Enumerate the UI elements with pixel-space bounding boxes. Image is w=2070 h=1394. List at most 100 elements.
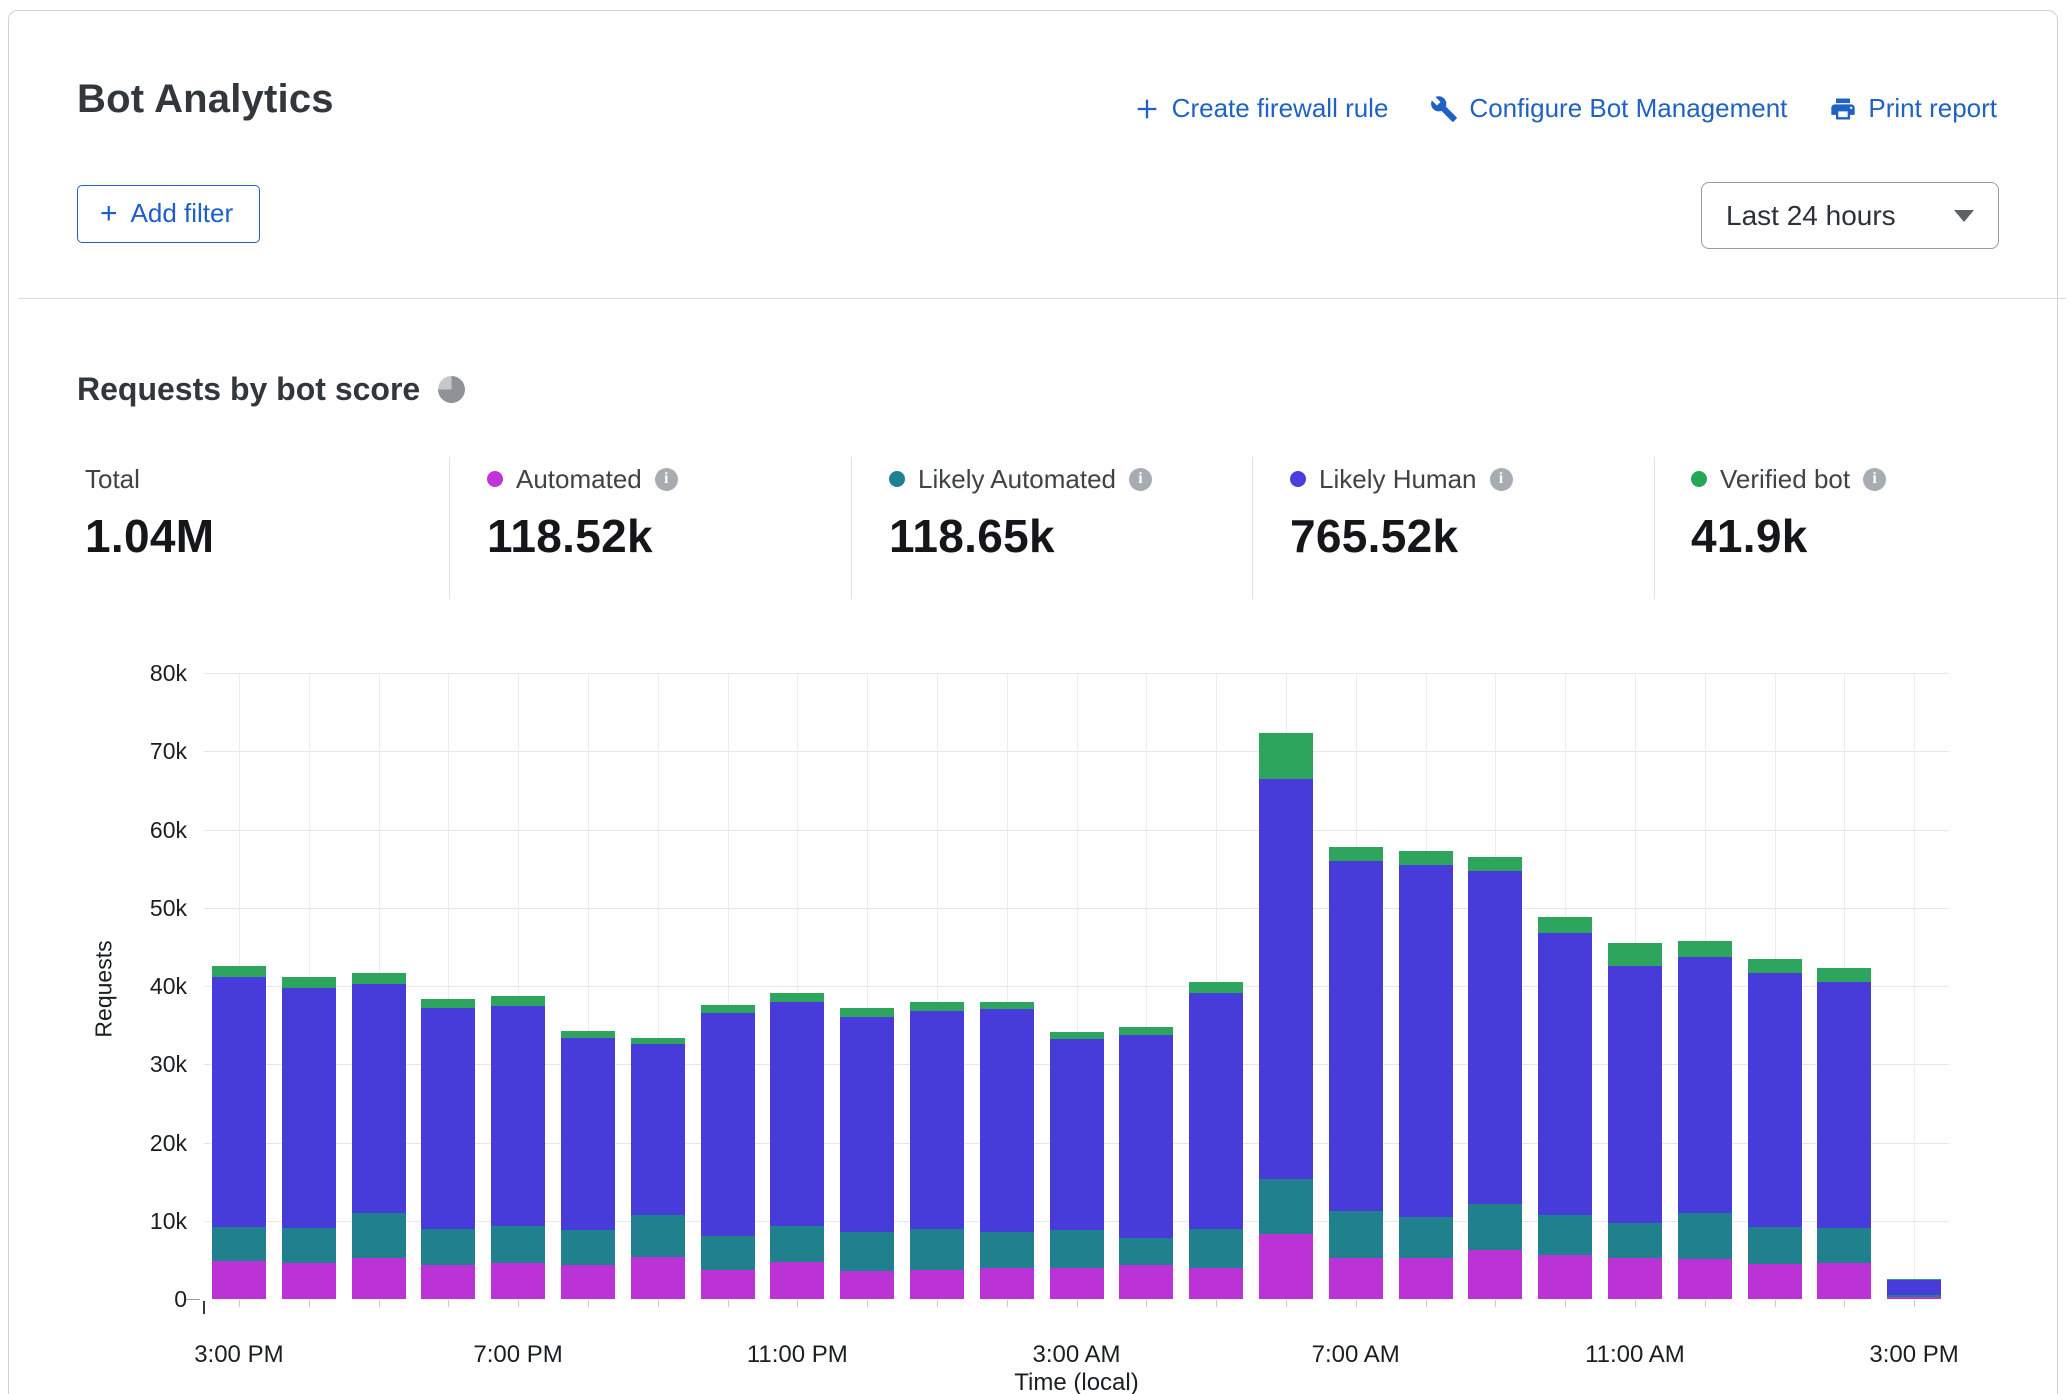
bar-segment-automated[interactable] xyxy=(631,1257,685,1299)
bar-segment-likely-human[interactable] xyxy=(631,1044,685,1215)
bar-segment-verified-bot[interactable] xyxy=(561,1031,615,1038)
bar-segment-likely-human[interactable] xyxy=(491,1006,545,1227)
bar-segment-verified-bot[interactable] xyxy=(910,1002,964,1011)
bar-segment-likely-automated[interactable] xyxy=(980,1232,1034,1268)
bar-segment-likely-automated[interactable] xyxy=(840,1232,894,1271)
bar-segment-automated[interactable] xyxy=(421,1265,475,1299)
bar-segment-likely-automated[interactable] xyxy=(1329,1211,1383,1257)
bar-segment-likely-automated[interactable] xyxy=(421,1229,475,1265)
bar-segment-likely-automated[interactable] xyxy=(1259,1179,1313,1234)
bar-segment-likely-human[interactable] xyxy=(212,977,266,1227)
bar-segment-likely-human[interactable] xyxy=(1817,982,1871,1228)
bar-segment-likely-human[interactable] xyxy=(910,1011,964,1229)
bar-segment-verified-bot[interactable] xyxy=(282,977,336,989)
bar-segment-automated[interactable] xyxy=(1329,1258,1383,1299)
bar-segment-likely-human[interactable] xyxy=(980,1009,1034,1231)
bar-segment-likely-human[interactable] xyxy=(1189,993,1243,1229)
bar-segment-automated[interactable] xyxy=(352,1258,406,1299)
bar-segment-likely-automated[interactable] xyxy=(910,1229,964,1270)
bar-segment-likely-automated[interactable] xyxy=(1748,1227,1802,1264)
bar-segment-automated[interactable] xyxy=(1887,1297,1941,1299)
bar-segment-likely-automated[interactable] xyxy=(1189,1229,1243,1268)
bar-segment-likely-human[interactable] xyxy=(1468,871,1522,1204)
bar-segment-likely-automated[interactable] xyxy=(561,1230,615,1264)
bar-segment-verified-bot[interactable] xyxy=(491,996,545,1005)
bar-segment-verified-bot[interactable] xyxy=(212,966,266,976)
bar-segment-verified-bot[interactable] xyxy=(1538,917,1592,933)
bar-segment-likely-human[interactable] xyxy=(421,1008,475,1229)
bar-segment-automated[interactable] xyxy=(701,1270,755,1299)
bar-segment-likely-human[interactable] xyxy=(352,984,406,1212)
bar-segment-verified-bot[interactable] xyxy=(770,993,824,1002)
bar-segment-likely-automated[interactable] xyxy=(701,1236,755,1270)
bar-segment-likely-automated[interactable] xyxy=(352,1213,406,1258)
bar-segment-likely-human[interactable] xyxy=(770,1002,824,1227)
bar-segment-automated[interactable] xyxy=(1468,1250,1522,1299)
bar-segment-likely-automated[interactable] xyxy=(282,1228,336,1263)
bar-segment-likely-human[interactable] xyxy=(840,1017,894,1231)
bar-segment-likely-human[interactable] xyxy=(1119,1035,1173,1238)
bar-segment-automated[interactable] xyxy=(561,1265,615,1299)
bar-segment-likely-automated[interactable] xyxy=(1538,1215,1592,1255)
bar-segment-verified-bot[interactable] xyxy=(421,999,475,1008)
bar-segment-likely-automated[interactable] xyxy=(631,1215,685,1256)
bar-segment-verified-bot[interactable] xyxy=(1468,857,1522,871)
bar-segment-automated[interactable] xyxy=(1259,1234,1313,1299)
bar-segment-automated[interactable] xyxy=(282,1263,336,1299)
bar-segment-verified-bot[interactable] xyxy=(1887,1279,1941,1280)
bar-segment-verified-bot[interactable] xyxy=(1678,941,1732,957)
bar-segment-likely-automated[interactable] xyxy=(1399,1217,1453,1258)
bar-segment-verified-bot[interactable] xyxy=(1748,959,1802,973)
bar-segment-automated[interactable] xyxy=(1050,1268,1104,1299)
bar-segment-automated[interactable] xyxy=(910,1270,964,1299)
bar-segment-verified-bot[interactable] xyxy=(1608,943,1662,966)
bar-segment-automated[interactable] xyxy=(1538,1255,1592,1299)
bar-segment-likely-automated[interactable] xyxy=(1468,1204,1522,1250)
bar-segment-likely-human[interactable] xyxy=(1887,1280,1941,1295)
bar-segment-verified-bot[interactable] xyxy=(1259,733,1313,778)
bar-segment-verified-bot[interactable] xyxy=(352,973,406,985)
bar-segment-verified-bot[interactable] xyxy=(1119,1027,1173,1035)
bar-segment-verified-bot[interactable] xyxy=(980,1002,1034,1010)
bar-segment-verified-bot[interactable] xyxy=(1399,851,1453,866)
bar-segment-likely-human[interactable] xyxy=(1748,973,1802,1227)
bar-segment-verified-bot[interactable] xyxy=(1329,847,1383,861)
bar-segment-likely-automated[interactable] xyxy=(1608,1223,1662,1257)
bar-segment-likely-automated[interactable] xyxy=(491,1226,545,1263)
bar-segment-likely-human[interactable] xyxy=(1259,779,1313,1180)
bar-segment-likely-automated[interactable] xyxy=(1678,1213,1732,1259)
bar-segment-likely-automated[interactable] xyxy=(1817,1228,1871,1263)
bar-segment-verified-bot[interactable] xyxy=(1050,1032,1104,1039)
bar-segment-automated[interactable] xyxy=(1678,1259,1732,1299)
bar-segment-automated[interactable] xyxy=(1399,1258,1453,1299)
bar-segment-automated[interactable] xyxy=(1119,1265,1173,1299)
bar-segment-automated[interactable] xyxy=(1817,1263,1871,1299)
bar-segment-automated[interactable] xyxy=(980,1268,1034,1299)
bar-segment-verified-bot[interactable] xyxy=(840,1008,894,1017)
bar-segment-likely-automated[interactable] xyxy=(212,1227,266,1261)
bar-segment-likely-human[interactable] xyxy=(1329,861,1383,1212)
bar-segment-likely-human[interactable] xyxy=(1399,865,1453,1216)
bar-segment-automated[interactable] xyxy=(212,1261,266,1299)
bar-segment-automated[interactable] xyxy=(491,1263,545,1299)
bar-segment-likely-human[interactable] xyxy=(1050,1039,1104,1230)
bar-segment-likely-human[interactable] xyxy=(561,1038,615,1230)
bar-segment-likely-human[interactable] xyxy=(282,988,336,1227)
bar-segment-automated[interactable] xyxy=(840,1271,894,1299)
bar-segment-likely-human[interactable] xyxy=(1608,966,1662,1223)
bar-segment-likely-human[interactable] xyxy=(1678,957,1732,1213)
bar-segment-automated[interactable] xyxy=(770,1262,824,1299)
bar-segment-likely-automated[interactable] xyxy=(770,1226,824,1262)
bar-segment-likely-human[interactable] xyxy=(1538,933,1592,1215)
bar-segment-likely-automated[interactable] xyxy=(1887,1295,1941,1297)
bar-segment-automated[interactable] xyxy=(1189,1268,1243,1299)
bar-segment-automated[interactable] xyxy=(1608,1258,1662,1299)
bar-segment-automated[interactable] xyxy=(1748,1264,1802,1299)
bar-segment-likely-automated[interactable] xyxy=(1050,1230,1104,1268)
bar-segment-verified-bot[interactable] xyxy=(701,1005,755,1013)
bar-segment-verified-bot[interactable] xyxy=(1817,968,1871,982)
bar-segment-likely-human[interactable] xyxy=(701,1013,755,1237)
bar-segment-verified-bot[interactable] xyxy=(1189,982,1243,993)
bar-segment-likely-automated[interactable] xyxy=(1119,1238,1173,1265)
bar-segment-verified-bot[interactable] xyxy=(631,1038,685,1044)
